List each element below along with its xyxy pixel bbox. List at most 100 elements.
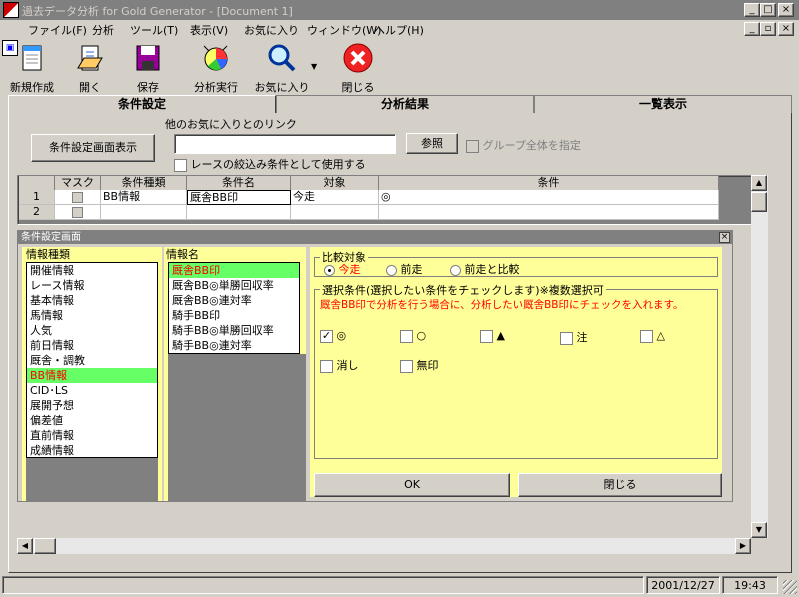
tab-list[interactable]: 一覧表示 — [534, 95, 792, 113]
info-type-list[interactable]: 開催情報 レース情報 基本情報 馬情報 人気 前日情報 厩舎・調教 BB情報 C… — [26, 262, 158, 458]
list-item[interactable]: 騎手BB印 — [169, 308, 299, 323]
panel-close-icon[interactable]: × — [719, 232, 730, 243]
save-button[interactable]: 保存 — [126, 42, 170, 94]
col-header-mask[interactable]: マスク — [55, 176, 101, 190]
resize-grip-icon[interactable] — [783, 580, 797, 594]
close-window-button[interactable]: × — [778, 3, 794, 17]
list-item[interactable]: 開催情報 — [27, 263, 157, 278]
mark-checkbox[interactable]: △ — [640, 329, 665, 343]
checkbox[interactable] — [320, 359, 333, 373]
checkbox[interactable] — [400, 359, 413, 373]
doc-close-button[interactable]: × — [778, 22, 794, 36]
narrow-checkbox-box[interactable] — [174, 158, 187, 172]
app-icon[interactable] — [3, 2, 19, 18]
doc-minimize-button[interactable]: _ — [744, 22, 760, 36]
list-item-selected[interactable]: BB情報 — [27, 368, 157, 383]
radio-previous[interactable] — [386, 264, 397, 276]
menu-view[interactable]: 表示(V) — [190, 22, 228, 38]
menu-help[interactable]: ヘルプ(H) — [374, 22, 424, 38]
scroll-thumb[interactable] — [751, 192, 767, 212]
cond-cell[interactable]: ◎ — [379, 190, 719, 205]
tab-conditions[interactable]: 条件設定 — [8, 95, 276, 113]
maximize-button[interactable]: □ — [760, 3, 776, 17]
target-cell[interactable]: 今走 — [291, 190, 379, 205]
compare-option-current[interactable]: 今走 — [324, 261, 361, 277]
list-item[interactable]: 厩舎BB◎連対率 — [169, 293, 299, 308]
grid-horizontal-scrollbar[interactable]: ◀ ▶ — [17, 538, 751, 554]
open-button[interactable]: 開く — [68, 42, 112, 94]
col-header-name[interactable]: 条件名 — [187, 176, 291, 190]
info-name-list[interactable]: 厩舎BB印 厩舎BB◎単勝回収率 厩舎BB◎連対率 騎手BB印 騎手BB◎単勝回… — [168, 262, 300, 354]
kind-cell[interactable]: BB情報 — [101, 190, 187, 205]
narrow-checkbox[interactable]: レースの絞込み条件として使用する — [174, 156, 366, 172]
list-item[interactable]: 厩舎BB◎単勝回収率 — [169, 278, 299, 293]
mark-checkbox[interactable]: 無印 — [400, 357, 439, 373]
fav-link-input[interactable] — [174, 134, 396, 154]
checkbox[interactable] — [560, 331, 573, 345]
scroll-down-icon[interactable]: ▼ — [751, 522, 767, 538]
new-button[interactable]: 新規作成 — [4, 42, 60, 94]
show-conditions-button[interactable]: 条件設定画面表示 — [31, 134, 155, 162]
list-item[interactable]: 偏差値 — [27, 413, 157, 428]
menu-favorites[interactable]: お気に入り — [244, 22, 299, 38]
mask-checkbox[interactable] — [72, 206, 83, 218]
group-checkbox-box[interactable] — [466, 139, 479, 153]
list-item[interactable]: 騎手BB◎単勝回収率 — [169, 323, 299, 338]
list-item[interactable]: 人気 — [27, 323, 157, 338]
menu-file[interactable]: ファイル(F) — [28, 22, 87, 38]
radio-current[interactable] — [324, 264, 335, 276]
close-button[interactable]: 閉じる — [336, 42, 380, 94]
mark-checkbox[interactable]: 注 — [560, 329, 588, 345]
checkbox[interactable] — [400, 329, 413, 343]
compare-option-previous[interactable]: 前走 — [386, 261, 423, 277]
list-item[interactable]: 騎手BB◎連対率 — [169, 338, 299, 353]
list-item-selected[interactable]: 厩舎BB印 — [169, 263, 299, 278]
menu-window[interactable]: ウィンドウ(W) — [307, 22, 381, 38]
minimize-button[interactable]: _ — [744, 3, 760, 17]
ok-button[interactable]: OK — [314, 473, 510, 497]
menu-analysis[interactable]: 分析 — [92, 22, 114, 38]
mask-cell[interactable] — [55, 190, 101, 205]
browse-button[interactable]: 参照 — [406, 133, 458, 154]
col-header-kind[interactable]: 条件種類 — [101, 176, 187, 190]
name-cell[interactable] — [187, 205, 291, 220]
favorites-button[interactable]: お気に入り — [252, 42, 312, 94]
favorites-dropdown-icon[interactable]: ▼ — [311, 62, 317, 71]
group-checkbox[interactable]: グループ全体を指定 — [466, 137, 581, 153]
list-item[interactable]: レース情報 — [27, 278, 157, 293]
tab-results[interactable]: 分析結果 — [276, 95, 534, 113]
doc-restore-button[interactable]: ▫ — [760, 22, 776, 36]
checkbox[interactable] — [640, 329, 653, 343]
scroll-up-icon[interactable]: ▲ — [751, 175, 767, 191]
list-item[interactable]: 直前情報 — [27, 428, 157, 443]
list-item[interactable]: 成績情報 — [27, 443, 157, 458]
scroll-right-icon[interactable]: ▶ — [735, 538, 751, 554]
list-item[interactable]: CID･LS — [27, 383, 157, 398]
run-analysis-button[interactable]: 分析実行 — [188, 42, 244, 94]
name-cell[interactable]: 厩舎BB印 — [187, 190, 291, 205]
list-item[interactable]: 厩舎・調教 — [27, 353, 157, 368]
menu-tools[interactable]: ツール(T) — [130, 22, 178, 38]
radio-compare[interactable] — [450, 264, 461, 276]
mark-checkbox[interactable]: ▲ — [480, 329, 505, 343]
row-number[interactable]: 1 — [19, 190, 55, 205]
scroll-left-icon[interactable]: ◀ — [17, 538, 33, 554]
mask-cell[interactable] — [55, 205, 101, 220]
mark-checkbox[interactable]: 消し — [320, 357, 359, 373]
compare-option-diff[interactable]: 前走と比較 — [450, 261, 520, 277]
checkbox-checked[interactable]: ✓ — [320, 329, 333, 343]
row-number[interactable]: 2 — [19, 205, 55, 220]
kind-cell[interactable] — [101, 205, 187, 220]
mark-checkbox[interactable]: ○ — [400, 329, 426, 343]
list-item[interactable]: 基本情報 — [27, 293, 157, 308]
panel-close-button[interactable]: 閉じる — [518, 473, 722, 497]
col-header-target[interactable]: 対象 — [291, 176, 379, 190]
col-header-cond[interactable]: 条件 — [379, 176, 719, 190]
mask-checkbox[interactable] — [72, 191, 83, 203]
list-item[interactable]: 前日情報 — [27, 338, 157, 353]
checkbox[interactable] — [480, 329, 493, 343]
list-item[interactable]: 馬情報 — [27, 308, 157, 323]
hscroll-thumb[interactable] — [34, 538, 56, 554]
grid-vertical-scrollbar[interactable]: ▲ ▼ — [751, 175, 768, 538]
mark-checkbox[interactable]: ✓ ◎ — [320, 329, 346, 343]
